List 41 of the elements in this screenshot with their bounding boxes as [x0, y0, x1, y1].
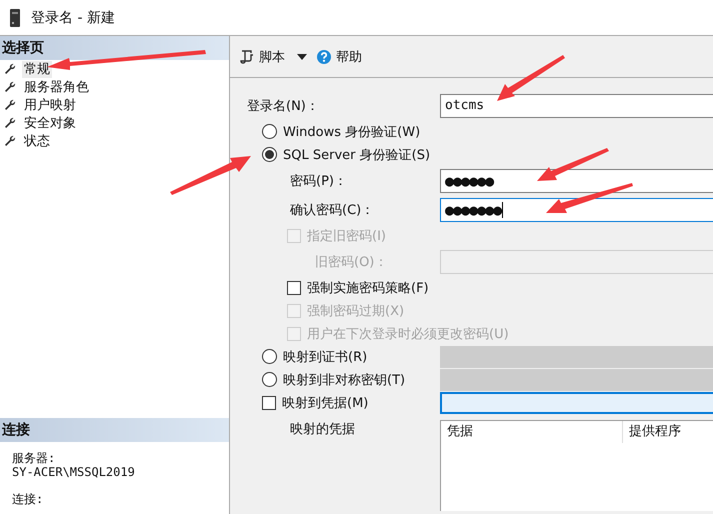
window-title: 登录名 - 新建 — [31, 8, 115, 26]
column-header[interactable]: 提供程序 — [623, 421, 687, 443]
input-field[interactable]: ●●●●●●● — [440, 198, 713, 222]
wrench-icon — [4, 99, 16, 111]
annotation-arrow — [497, 55, 565, 101]
wrench-icon — [4, 117, 16, 129]
wrench-icon — [4, 63, 16, 75]
script-icon — [240, 50, 254, 64]
connection-value: SY-ACER\MSSQL2019 — [12, 465, 136, 479]
field-label: 登录名(N)： — [247, 98, 319, 114]
radio-option[interactable]: 映射到证书(R) — [262, 348, 368, 366]
field-label: 旧密码(O)： — [315, 254, 388, 270]
wrench-icon — [4, 135, 16, 147]
input-field[interactable]: otcms — [440, 94, 713, 118]
sidebar-item[interactable]: 用户映射 — [22, 96, 78, 114]
connection-label: 连接: — [12, 492, 44, 506]
sidebar-item[interactable]: 常规 — [22, 60, 52, 78]
sidebar-item[interactable]: 安全对象 — [22, 114, 78, 132]
input-field[interactable]: ●●●●●● — [440, 168, 713, 192]
script-button[interactable]: 脚本 — [238, 46, 287, 68]
dropdown-field[interactable] — [440, 392, 713, 414]
annotation-arrow — [537, 148, 609, 181]
radio-option[interactable]: 映射到非对称密钥(T) — [262, 370, 406, 388]
field-label: 映射的凭据 — [290, 421, 355, 438]
help-button[interactable]: 帮助 — [315, 46, 364, 68]
radio-option[interactable]: SQL Server 身份验证(S) — [262, 146, 430, 164]
caret-icon[interactable] — [297, 54, 307, 60]
radio-option[interactable]: Windows 身份验证(W) — [262, 122, 420, 140]
field-label: 确认密码(C)： — [290, 202, 374, 218]
sidebar-header: 选择页 — [0, 36, 229, 60]
checkbox-option[interactable]: 映射到凭据(M) — [262, 394, 368, 412]
checkbox-option[interactable]: 强制实施密码策略(F) — [287, 278, 429, 296]
server-icon — [10, 8, 20, 26]
sidebar-item[interactable]: 状态 — [22, 132, 52, 150]
help-icon — [317, 50, 331, 64]
sidebar-item[interactable]: 服务器角色 — [22, 78, 91, 96]
wrench-icon — [4, 81, 16, 93]
field-label: 密码(P)： — [290, 172, 347, 190]
column-header[interactable]: 凭据 — [441, 421, 623, 443]
connection-label: 服务器: — [12, 451, 56, 465]
connection-header: 连接 — [0, 418, 229, 442]
